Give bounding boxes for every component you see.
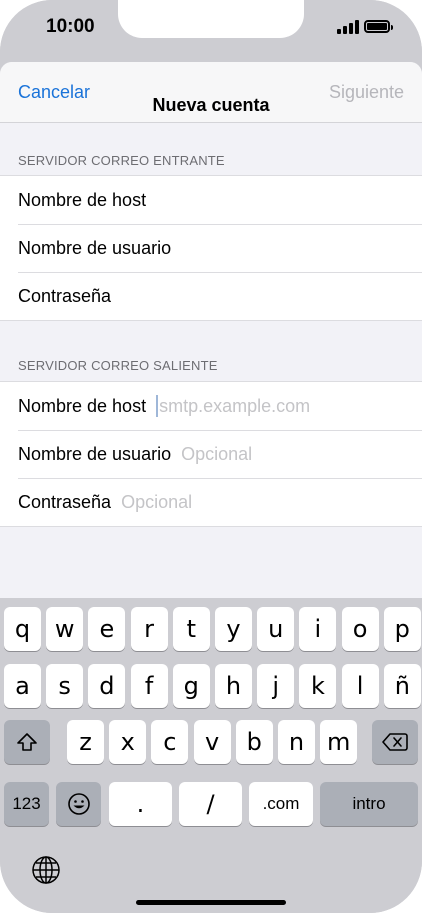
outgoing-server-header: SERVIDOR CORREO SALIENTE	[18, 358, 218, 373]
outgoing-username-row[interactable]: Nombre de usuario Opcional	[0, 430, 422, 478]
key-u[interactable]: u	[257, 607, 295, 651]
incoming-server-header: SERVIDOR CORREO ENTRANTE	[18, 153, 225, 168]
next-button[interactable]: Siguiente	[329, 82, 404, 103]
key-ñ[interactable]: ñ	[383, 664, 421, 708]
globe-icon[interactable]	[30, 854, 62, 886]
outgoing-host-placeholder: smtp.example.com	[159, 395, 311, 416]
incoming-password-label: Contraseña	[18, 285, 112, 306]
notch	[118, 0, 304, 38]
key-g[interactable]: g	[172, 664, 210, 708]
phone-screen: 10:00 Cancelar Nueva cuenta Siguiente SE…	[0, 0, 422, 913]
numbers-key[interactable]: 123	[4, 782, 49, 826]
key-c[interactable]: c	[151, 720, 189, 764]
emoji-key[interactable]	[56, 782, 101, 826]
key-r[interactable]: r	[130, 607, 168, 651]
key-o[interactable]: o	[341, 607, 379, 651]
key-t[interactable]: t	[172, 607, 210, 651]
delete-icon	[382, 733, 408, 751]
key-k[interactable]: k	[299, 664, 337, 708]
key-m[interactable]: m	[320, 720, 358, 764]
outgoing-username-field[interactable]: Opcional	[181, 444, 252, 465]
key-x[interactable]: x	[109, 720, 147, 764]
dotcom-key[interactable]: .com	[249, 782, 313, 826]
key-f[interactable]: f	[130, 664, 168, 708]
outgoing-host-label: Nombre de host	[18, 395, 147, 416]
key-n[interactable]: n	[278, 720, 315, 764]
key-w[interactable]: w	[46, 607, 84, 651]
delete-key[interactable]	[372, 720, 418, 764]
slash-key[interactable]: /	[179, 782, 242, 826]
key-v[interactable]: v	[193, 720, 231, 764]
return-key[interactable]: intro	[320, 782, 418, 826]
key-i[interactable]: i	[299, 607, 337, 651]
home-indicator	[136, 900, 286, 905]
outgoing-server-group: Nombre de host smtp.example.com Nombre d…	[0, 381, 422, 527]
incoming-username-row[interactable]: Nombre de usuario	[0, 224, 422, 272]
emoji-icon	[67, 793, 90, 815]
key-e[interactable]: e	[88, 607, 126, 651]
key-l[interactable]: l	[341, 664, 379, 708]
key-b[interactable]: b	[235, 720, 273, 764]
key-h[interactable]: h	[215, 664, 252, 708]
battery-icon	[364, 20, 393, 33]
key-d[interactable]: d	[88, 664, 126, 708]
key-s[interactable]: s	[46, 664, 84, 708]
incoming-host-row[interactable]: Nombre de host	[0, 176, 422, 224]
key-z[interactable]: z	[67, 720, 104, 764]
text-caret	[156, 395, 159, 417]
signal-icon	[337, 20, 359, 34]
outgoing-password-row[interactable]: Contraseña Opcional	[0, 478, 422, 526]
shift-key[interactable]	[4, 720, 50, 764]
incoming-server-group: Nombre de host Nombre de usuario Contras…	[0, 175, 422, 321]
outgoing-username-label: Nombre de usuario	[18, 443, 172, 464]
navigation-bar: Cancelar Nueva cuenta Siguiente	[0, 62, 422, 123]
key-p[interactable]: p	[383, 607, 421, 651]
key-y[interactable]: y	[215, 607, 252, 651]
incoming-host-label: Nombre de host	[18, 189, 147, 210]
status-bar: 10:00	[0, 0, 422, 62]
shift-icon	[17, 733, 37, 751]
keyboard: qwertyuiop asdfghjklñ zxcvbnm 123 . / .com…	[0, 598, 422, 913]
status-time: 10:00	[46, 16, 95, 37]
period-key[interactable]: .	[109, 782, 172, 826]
incoming-password-row[interactable]: Contraseña	[0, 272, 422, 320]
outgoing-host-row[interactable]: Nombre de host smtp.example.com	[0, 382, 422, 430]
new-account-sheet: Cancelar Nueva cuenta Siguiente SERVIDOR…	[0, 62, 422, 602]
incoming-username-label: Nombre de usuario	[18, 237, 172, 258]
key-j[interactable]: j	[257, 664, 295, 708]
key-a[interactable]: a	[4, 664, 41, 708]
key-q[interactable]: q	[4, 607, 41, 651]
outgoing-password-label: Contraseña	[18, 491, 112, 512]
outgoing-password-field[interactable]: Opcional	[121, 492, 192, 513]
outgoing-host-field[interactable]: smtp.example.com	[156, 395, 310, 417]
